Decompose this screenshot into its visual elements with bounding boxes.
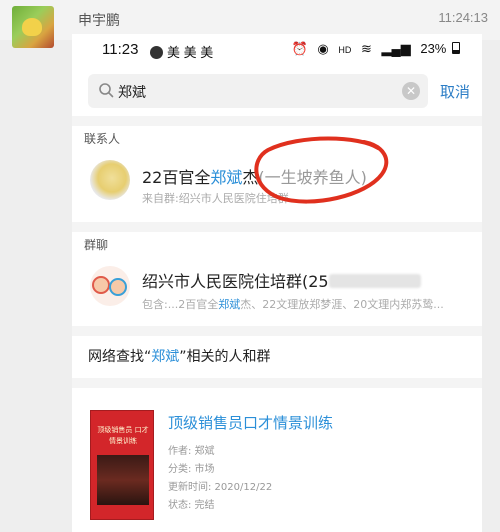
book-category: 分类: 市场 — [168, 464, 215, 475]
cover-image — [97, 455, 149, 505]
sender-avatar[interactable] — [12, 6, 54, 48]
contact-name-highlight: 郑斌 — [210, 168, 243, 187]
cover-title: 顶级销售员 口才情景训练 — [97, 426, 149, 445]
book-result[interactable]: 顶级销售员 口才情景训练 顶级销售员口才情景训练 作者: 郑斌 分类: 市场 更… — [72, 400, 482, 532]
book-updated: 更新时间: 2020/12/22 — [168, 482, 273, 493]
book-title: 顶级销售员口才情景训练 — [168, 414, 334, 432]
contact-name: 22百官全郑斌杰(一生坡养鱼人) — [142, 164, 367, 188]
section-divider — [72, 222, 482, 232]
status-app-icons: 美 美 美 — [150, 42, 213, 61]
signal-icon: ▂▄▆ — [381, 41, 411, 56]
group-name-text: 绍兴市人民医院住培群(25 — [142, 272, 329, 291]
group-members-prefix: 包含:...2百官全 — [142, 298, 219, 311]
status-apps-label: 美 美 美 — [167, 45, 214, 60]
sender-name: 申宇鹏 — [78, 13, 120, 29]
clear-icon[interactable]: ✕ — [402, 82, 420, 100]
status-indicators: ⏰ ◉ HD ≋ ▂▄▆ 23% — [286, 41, 460, 57]
search-input[interactable]: 郑斌 — [118, 82, 146, 102]
contact-avatar — [90, 160, 130, 200]
web-search-link[interactable]: 网络查找“郑斌”相关的人和群 — [88, 346, 271, 366]
message-time: 11:24:13 — [438, 10, 488, 25]
contact-name-prefix: 22百官全 — [142, 168, 211, 187]
phone-screenshot[interactable]: 11:23 美 美 美 ⏰ ◉ HD ≋ ▂▄▆ 23% 郑斌 ✕ 取消 联系人… — [72, 34, 482, 532]
groups-section-label: 群聊 — [84, 238, 109, 252]
hd-label: HD — [338, 45, 352, 55]
group-members-highlight: 郑斌 — [218, 298, 241, 311]
group-member-face — [92, 276, 110, 294]
search-row: 郑斌 ✕ 取消 — [72, 74, 482, 118]
web-search-suffix: ”相关的人和群 — [179, 349, 271, 365]
alarm-icon: ⏰ — [291, 41, 308, 56]
cancel-button[interactable]: 取消 — [440, 81, 470, 102]
group-name: 绍兴市人民医院住培群(25 — [142, 268, 421, 292]
section-divider — [72, 116, 482, 126]
status-time: 11:23 — [102, 41, 139, 58]
contact-result[interactable]: 22百官全郑斌杰(一生坡养鱼人) 来自群:绍兴市人民医院住培群 — [72, 152, 482, 222]
redacted-number — [328, 274, 421, 288]
group-members: 包含:...2百官全郑斌杰、22文理放郑梦涯、20文理内郑苏鸷... — [142, 296, 444, 312]
contact-source: 来自群:绍兴市人民医院住培群 — [142, 192, 289, 205]
battery-percent: 23% — [420, 41, 447, 56]
battery-icon — [452, 42, 460, 54]
section-divider — [72, 378, 482, 388]
book-cover: 顶级销售员 口才情景训练 — [90, 410, 154, 520]
group-avatar — [90, 266, 130, 306]
book-author: 作者: 郑斌 — [168, 446, 215, 457]
search-icon — [99, 83, 114, 98]
wifi-icon: ≋ — [360, 41, 372, 56]
group-member-face — [109, 278, 127, 296]
location-icon: ◉ — [317, 41, 329, 56]
contact-name-remark: (一生坡养鱼人) — [258, 168, 367, 187]
app-notification-icon — [150, 46, 163, 59]
book-status: 状态: 完结 — [168, 500, 215, 511]
group-members-suffix: 杰、22文理放郑梦涯、20文理内郑苏鸷... — [240, 298, 444, 311]
group-result[interactable]: 绍兴市人民医院住培群(25 包含:...2百官全郑斌杰、22文理放郑梦涯、20文… — [72, 256, 482, 326]
web-search-prefix: 网络查找“ — [88, 349, 152, 365]
section-divider — [72, 326, 482, 336]
contacts-section-label: 联系人 — [84, 132, 121, 146]
contact-name-suffix: 杰 — [242, 168, 259, 187]
web-search-highlight: 郑斌 — [151, 349, 180, 365]
search-box[interactable]: 郑斌 ✕ — [88, 74, 428, 108]
status-bar: 11:23 美 美 美 ⏰ ◉ HD ≋ ▂▄▆ 23% — [72, 34, 482, 66]
